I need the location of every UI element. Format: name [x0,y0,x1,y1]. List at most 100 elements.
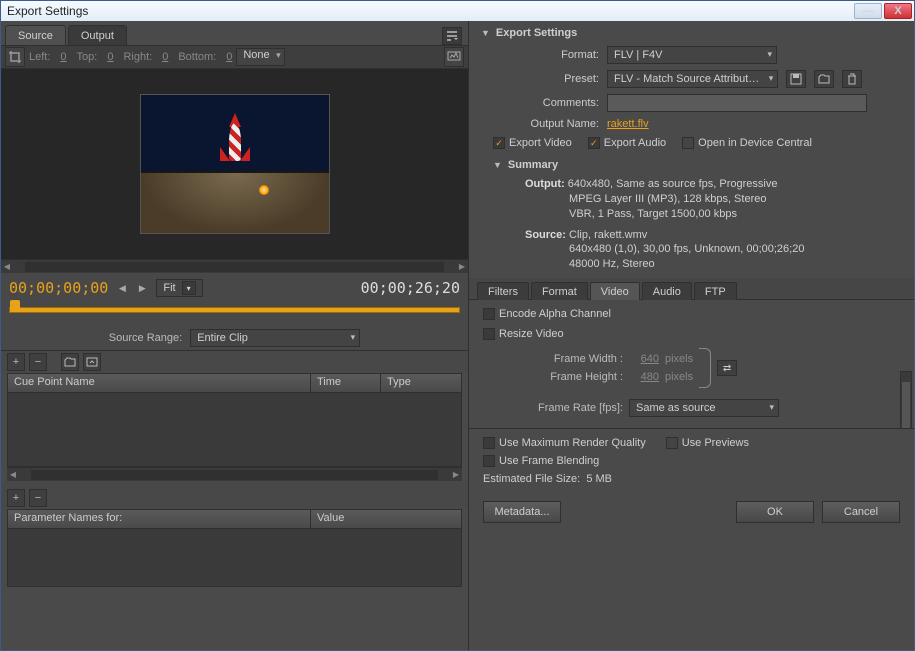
disclosure-triangle-icon[interactable]: ▼ [493,160,502,170]
remove-cuepoint-button[interactable]: − [29,353,47,371]
duration-timecode: 00;00;26;20 [361,279,460,297]
frame-height-row: Frame Height : 480 pixels [483,368,693,386]
tab-video[interactable]: Video [590,282,640,300]
panel-menu-button[interactable] [442,27,462,45]
output-name-link[interactable]: rakett.flv [607,118,649,130]
export-cuepoints-button[interactable] [83,353,101,371]
preview-area [1,69,468,259]
playhead-icon[interactable] [10,300,20,312]
crop-right[interactable]: 0 [162,51,168,63]
col-param-name: Parameter Names for: [8,510,311,528]
step-forward-button[interactable]: ▶ [136,281,148,295]
col-time: Time [311,374,381,392]
left-pane: Source Output Left:0 Top:0 Right:0 Botto… [1,21,469,650]
settings-v-scrollbar[interactable] [900,371,912,428]
step-back-button[interactable]: ◀ [116,281,128,295]
export-audio-checkbox[interactable]: ✓Export Audio [588,137,666,149]
right-pane: ▼ Export Settings Format: FLV | F4V Pres… [469,21,914,650]
format-select[interactable]: FLV | F4V [607,46,777,64]
cuepoint-list[interactable] [7,393,462,467]
param-header: Parameter Names for: Value [7,509,462,529]
summary-body: Output: 640x480, Same as source fps, Pro… [469,175,914,278]
constrain-proportions-button[interactable]: ⇄ [717,360,737,376]
crop-ratio-select[interactable]: None [236,48,284,66]
timeline[interactable] [1,303,468,325]
resize-video-checkbox[interactable]: Resize Video [483,328,900,340]
tab-source[interactable]: Source [5,25,66,45]
tab-filters[interactable]: Filters [477,282,529,300]
video-panel: Encode Alpha Channel Resize Video Frame … [469,300,914,428]
remove-param-button[interactable]: − [29,489,47,507]
titlebar-buttons: — X [854,3,912,19]
frame-width-row: Frame Width : 640 pixels [483,350,693,368]
col-cuepoint-name: Cue Point Name [8,374,311,392]
estimated-file-size: Estimated File Size: 5 MB [483,473,900,485]
crop-toolbar: Left:0 Top:0 Right:0 Bottom:0 None [1,45,468,69]
close-button[interactable]: X [884,3,912,19]
content: Source Output Left:0 Top:0 Right:0 Botto… [1,21,914,650]
metadata-button[interactable]: Metadata... [483,501,561,523]
tab-format[interactable]: Format [531,282,588,300]
comments-input[interactable] [607,94,867,112]
use-previews-checkbox: Use Previews [666,437,749,449]
disclosure-triangle-icon[interactable]: ▼ [481,28,490,38]
comments-row: Comments: [469,91,914,115]
zoom-fit-select[interactable]: Fit▾ [156,279,202,297]
source-range-label: Source Range: [109,332,182,344]
add-param-button[interactable]: + [7,489,25,507]
crop-bottom[interactable]: 0 [226,51,232,63]
export-settings-window: Export Settings — X Source Output Left:0 [0,0,915,651]
cuepoint-h-scrollbar[interactable]: ◀▶ [7,467,462,481]
link-bracket-icon [699,348,711,388]
tab-ftp[interactable]: FTP [694,282,737,300]
tab-output[interactable]: Output [68,25,127,45]
output-name-row: Output Name: rakett.flv [469,115,914,133]
param-toolbar: + − [1,487,468,509]
time-bar: 00;00;00;00 ◀ ▶ Fit▾ 00;00;26;20 [1,273,468,303]
preview-image [140,94,330,234]
add-cuepoint-button[interactable]: + [7,353,25,371]
window-title: Export Settings [3,4,88,18]
preview-h-scrollbar[interactable]: ◀▶ [1,259,468,273]
export-checks: ✓Export Video ✓Export Audio Open in Devi… [469,133,914,153]
frame-blending-checkbox[interactable]: Use Frame Blending [483,455,900,467]
frame-height-value[interactable]: 480 [629,371,659,383]
chevron-down-icon: ▾ [182,281,196,295]
framerate-select[interactable]: Same as source [629,399,779,417]
export-settings-header: ▼ Export Settings [469,21,914,43]
import-preset-button[interactable] [814,70,834,88]
tab-audio[interactable]: Audio [642,282,692,300]
minimize-button[interactable]: — [854,3,882,19]
ok-button[interactable]: OK [736,501,814,523]
timeline-bar[interactable] [9,307,460,313]
device-central-checkbox: Open in Device Central [682,137,812,149]
cancel-button[interactable]: Cancel [822,501,900,523]
frame-width-value[interactable]: 640 [629,353,659,365]
crop-fields: Left:0 Top:0 Right:0 Bottom:0 [29,51,232,63]
delete-preset-button[interactable] [842,70,862,88]
cuepoint-header: Cue Point Name Time Type [7,373,462,393]
bottom-settings: Use Maximum Render Quality Use Previews … [469,428,914,493]
crop-left[interactable]: 0 [60,51,66,63]
export-video-checkbox[interactable]: ✓Export Video [493,137,572,149]
output-preview-icon[interactable] [444,47,464,67]
max-render-quality-checkbox[interactable]: Use Maximum Render Quality [483,437,646,449]
crop-top[interactable]: 0 [107,51,113,63]
col-param-value: Value [311,510,461,528]
save-preset-button[interactable] [786,70,806,88]
crop-icon[interactable] [5,47,25,67]
preset-row: Preset: FLV - Match Source Attribut… [469,67,914,91]
format-row: Format: FLV | F4V [469,43,914,67]
framerate-row: Frame Rate [fps]: Same as source [483,396,900,420]
preview-tabstrip: Source Output [1,21,468,45]
button-row: Metadata... OK Cancel [469,493,914,533]
preset-select[interactable]: FLV - Match Source Attribut… [607,70,778,88]
import-cuepoints-button[interactable] [61,353,79,371]
current-timecode[interactable]: 00;00;00;00 [9,279,108,297]
source-range-select[interactable]: Entire Clip [190,329,360,347]
titlebar: Export Settings — X [1,1,914,21]
encode-alpha-checkbox[interactable]: Encode Alpha Channel [483,308,900,320]
param-list[interactable] [7,529,462,587]
summary-header: ▼ Summary [469,153,914,175]
col-type: Type [381,374,461,392]
